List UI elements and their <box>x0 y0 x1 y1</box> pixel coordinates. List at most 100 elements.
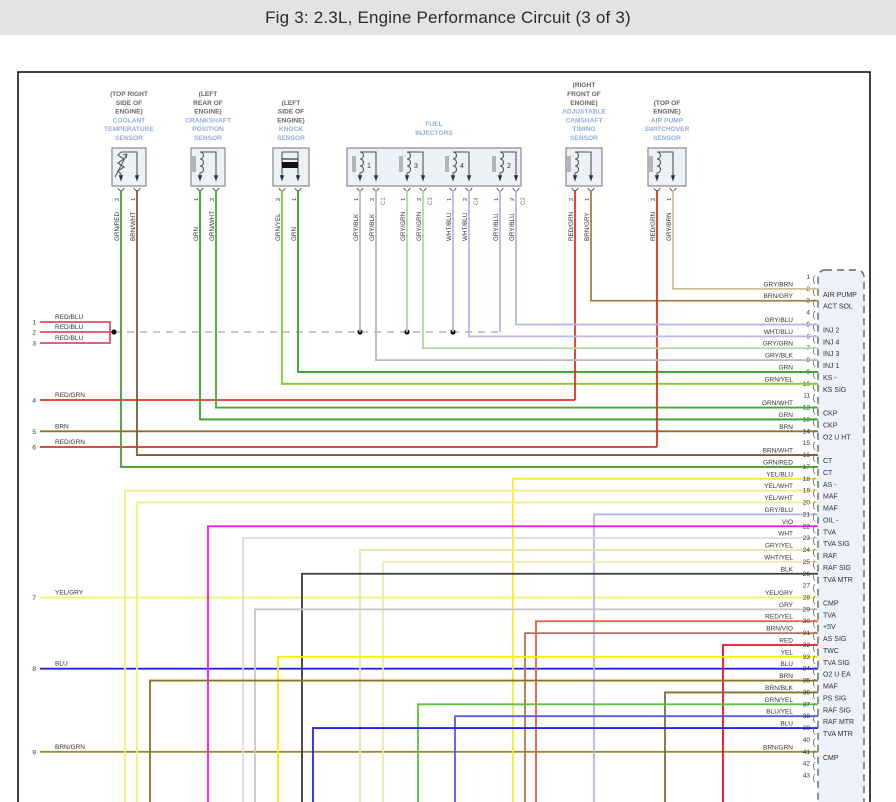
pin-crimp-bracket: ( <box>813 321 816 331</box>
pin-wire-color-label: GRY/BLU <box>765 317 794 324</box>
wire-WHT/BLU <box>468 190 818 338</box>
component-pin-number: 1 <box>131 198 137 201</box>
left-wire-color-label: RED/BLU <box>55 324 83 331</box>
pin-crimp-bracket: ( <box>813 583 816 593</box>
pin-crimp-bracket: ( <box>813 773 816 783</box>
left-wire-number: 9 <box>32 749 36 756</box>
pin-signal-label: INJ 1 <box>823 363 839 370</box>
pin-crimp-bracket: ( <box>813 274 816 284</box>
component-wire-color-label: WHT/BLU <box>462 212 469 241</box>
injector-number: 2 <box>507 163 511 170</box>
pin-signal-label: CKP <box>823 422 838 429</box>
pin-number: 39 <box>803 725 811 732</box>
pin-crimp-bracket: ( <box>813 393 816 403</box>
pin-signal-label: O2 U HT <box>823 434 851 441</box>
splice-dot <box>111 329 117 335</box>
pin-number: 43 <box>803 773 811 780</box>
left-wire-color-label: RED/GRN <box>55 392 85 399</box>
component-location-label: ENGINE) <box>570 100 597 107</box>
pin-crimp-bracket: ( <box>813 381 816 391</box>
component-location-label: ENGINE) <box>653 109 680 116</box>
pin-signal-label: CKP <box>823 411 838 418</box>
pin-crimp-bracket: ( <box>813 476 816 486</box>
component-pin-number: 2 <box>115 198 121 201</box>
pin-crimp-bracket: ( <box>813 416 816 426</box>
component-wire-color-label: GRY/GRN <box>416 211 423 241</box>
left-wire-color-label: RED/BLU <box>55 314 83 321</box>
wire-GRN/WHT <box>215 190 818 409</box>
component-wire-color-label: GRN/WHT <box>209 211 216 241</box>
component-name-label: AIR PUMP <box>651 117 684 124</box>
component-name-label: TIMING <box>572 126 595 133</box>
pin-crimp-bracket: ( <box>813 749 816 759</box>
pin-wire-color-label: RED <box>779 637 793 644</box>
pin-number: 28 <box>803 594 811 601</box>
pin-number: 14 <box>803 428 811 435</box>
pin-number: 41 <box>803 749 811 756</box>
component-box-crankshaft-position-sensor <box>190 147 226 187</box>
component-name-label: SENSOR <box>194 135 222 142</box>
pin-signal-label: TVA <box>823 612 836 619</box>
pin-crimp-bracket: ( <box>813 345 816 355</box>
pin-wire-color-label: BRN <box>779 424 793 431</box>
component-location-label: ENGINE) <box>194 109 221 116</box>
component-name-label: FUEL <box>425 121 442 128</box>
pin-number: 25 <box>803 559 811 566</box>
wire-GRN/YEL <box>417 703 818 802</box>
wire-BLU <box>312 727 818 802</box>
left-wire-number: 7 <box>32 595 36 602</box>
component-name-label: SWITCHOVER <box>645 126 690 133</box>
pin-signal-label: RAF <box>823 553 837 560</box>
wire-WHT <box>242 537 818 802</box>
pin-crimp-bracket: ( <box>813 642 816 652</box>
component-wire-color-label: WHT/BLU <box>446 212 453 241</box>
pin-crimp-bracket: ( <box>813 594 816 604</box>
pin-signal-label: MAF <box>823 684 838 691</box>
pin-crimp-bracket: ( <box>813 310 816 320</box>
pin-crimp-bracket: ( <box>813 440 816 450</box>
pin-number: 32 <box>803 642 811 649</box>
pin-wire-color-label: BLK <box>781 566 794 573</box>
pin-wire-color-label: GRN/YEL <box>764 376 793 383</box>
pin-number: 24 <box>803 547 811 554</box>
left-wire-number: 4 <box>32 398 36 405</box>
pin-wire-color-label: BRN/GRY <box>764 293 794 300</box>
pin-crimp-bracket: ( <box>813 500 816 510</box>
component-wire-color-label: GRN <box>193 227 200 241</box>
pin-wire-color-label: WHT/YEL <box>764 554 793 561</box>
pin-number: 18 <box>803 476 811 483</box>
pin-wire-color-label: WHT <box>778 531 793 538</box>
component-pin-number: 2 <box>210 198 216 201</box>
pin-crimp-bracket: ( <box>813 701 816 711</box>
pin-signal-label: CMP <box>823 600 839 607</box>
left-wire-number: 3 <box>32 341 36 348</box>
pin-number: 33 <box>803 654 811 661</box>
pin-number: 36 <box>803 689 811 696</box>
pin-crimp-bracket: ( <box>813 428 816 438</box>
pin-signal-label: TVA <box>823 529 836 536</box>
pin-wire-color-label: GRN <box>779 364 794 371</box>
pin-crimp-bracket: ( <box>813 488 816 498</box>
left-wire-number: 8 <box>32 666 36 673</box>
pin-signal-label: INJ 2 <box>823 327 839 334</box>
pin-wire-color-label: YEL/WHT <box>764 483 793 490</box>
component-pin-number: 2 <box>463 198 469 201</box>
component-pin-number: 1 <box>354 198 360 201</box>
pin-crimp-bracket: ( <box>813 737 816 747</box>
injector-connector-id: C3 <box>428 197 434 205</box>
component-location-label: SIDE OF <box>278 109 304 116</box>
component-wire-color-label: RED/GRN <box>568 212 575 241</box>
component-name-label: SENSOR <box>570 135 598 142</box>
pin-crimp-bracket: ( <box>813 405 816 415</box>
pin-signal-label: PS SIG <box>823 695 846 702</box>
wire-YEL/WHT <box>136 501 818 802</box>
pin-wire-color-label: GRY <box>779 602 794 609</box>
pin-signal-label: MAF <box>823 494 838 501</box>
pin-crimp-bracket: ( <box>813 535 816 545</box>
pin-crimp-bracket: ( <box>813 286 816 296</box>
component-pin-number: 2 <box>651 198 657 201</box>
pin-signal-label: RAF SIG <box>823 565 851 572</box>
pin-crimp-bracket: ( <box>813 547 816 557</box>
pin-number: 35 <box>803 678 811 685</box>
pin-number: 34 <box>803 666 811 673</box>
